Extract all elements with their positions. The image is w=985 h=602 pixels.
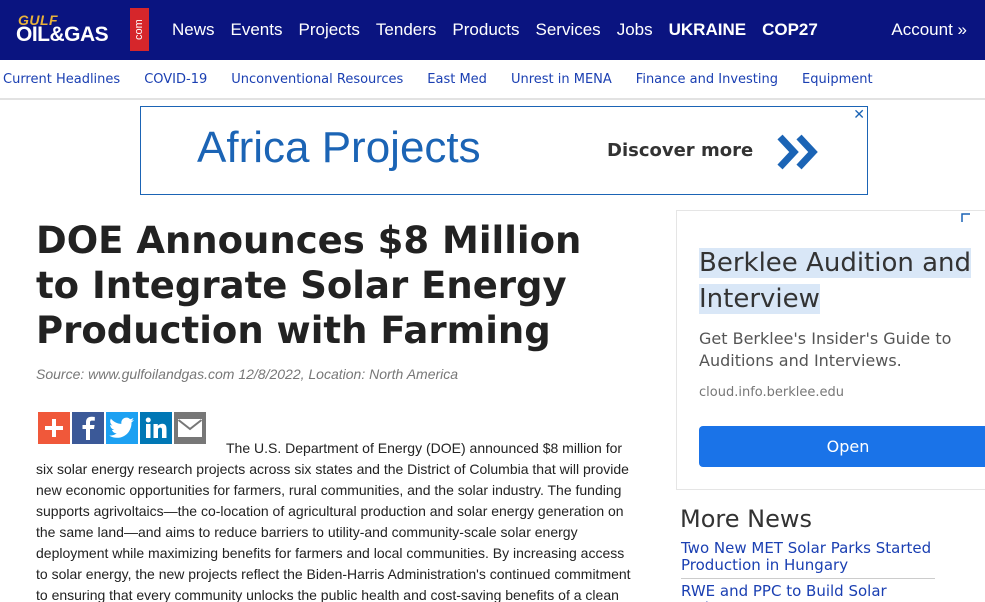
banner-ad-title: Africa Projects xyxy=(197,123,481,172)
nav-events[interactable]: Events xyxy=(231,20,283,40)
more-news-heading: More News xyxy=(680,505,812,533)
subnav-finance-and-investing[interactable]: Finance and Investing xyxy=(636,72,778,87)
facebook-icon xyxy=(82,416,95,440)
site-logo[interactable]: GULF OIL&GAS com xyxy=(12,8,152,52)
linkedin-icon xyxy=(145,417,167,438)
account-menu[interactable]: Account » xyxy=(891,0,967,60)
twitter-icon xyxy=(109,417,134,438)
sidebar-ad-description: Get Berklee's Insider's Guide to Auditio… xyxy=(699,329,952,370)
logo-com-tag: com xyxy=(130,8,149,51)
subnav-equipment[interactable]: Equipment xyxy=(802,72,873,87)
nav-news[interactable]: News xyxy=(172,20,215,40)
email-icon xyxy=(177,419,203,437)
subnav-covid-19[interactable]: COVID-19 xyxy=(144,72,207,87)
banner-ad-cta[interactable]: Discover more xyxy=(607,140,753,161)
subnav-unrest-in-mena[interactable]: Unrest in MENA xyxy=(511,72,612,87)
double-chevron-right-icon xyxy=(777,134,818,170)
top-navigation-bar: GULF OIL&GAS com News Events Projects Te… xyxy=(0,0,985,60)
sidebar-ad-title-line2: Interview xyxy=(699,284,820,314)
article-headline: DOE Announces $8 Million to Integrate So… xyxy=(36,219,582,352)
article-source: Source: www.gulfoilandgas.com 12/8/2022,… xyxy=(36,366,459,382)
close-icon[interactable]: ✕ xyxy=(853,107,865,123)
more-news-item[interactable]: Two New MET Solar Parks Started Producti… xyxy=(681,539,935,579)
nav-projects[interactable]: Projects xyxy=(299,20,360,40)
main-nav: News Events Projects Tenders Products Se… xyxy=(164,0,826,60)
plus-icon xyxy=(45,419,63,437)
subnav-unconventional-resources[interactable]: Unconventional Resources xyxy=(231,72,403,87)
nav-ukraine[interactable]: UKRAINE xyxy=(669,20,746,40)
subnav-east-med[interactable]: East Med xyxy=(427,72,487,87)
nav-tenders[interactable]: Tenders xyxy=(376,20,436,40)
article-body: The U.S. Department of Energy (DOE) anno… xyxy=(36,440,631,602)
nav-jobs[interactable]: Jobs xyxy=(617,20,653,40)
nav-cop27[interactable]: COP27 xyxy=(762,20,818,40)
subnav-current-headlines[interactable]: Current Headlines xyxy=(3,72,120,87)
ad-choices-icon[interactable] xyxy=(961,213,971,223)
banner-ad[interactable]: Africa Projects Discover more ✕ xyxy=(140,106,868,195)
more-news-item[interactable]: RWE and PPC to Build Solar Projects xyxy=(681,579,935,602)
sub-navigation-bar: Current Headlines COVID-19 Unconventiona… xyxy=(0,60,985,100)
more-news-list: Two New MET Solar Parks Started Producti… xyxy=(681,539,935,602)
sidebar-ad-url: cloud.info.berklee.edu xyxy=(699,385,844,400)
sidebar-ad-title[interactable]: Berklee Audition and Interview xyxy=(699,245,985,317)
nav-products[interactable]: Products xyxy=(452,20,519,40)
sidebar-ad-open-button[interactable]: Open xyxy=(699,426,985,467)
sidebar-ad[interactable]: Berklee Audition and Interview Get Berkl… xyxy=(676,210,985,490)
logo-main-text: OIL&GAS xyxy=(16,23,109,46)
sidebar-ad-title-line1: Berklee Audition and xyxy=(699,248,972,278)
nav-services[interactable]: Services xyxy=(536,20,601,40)
